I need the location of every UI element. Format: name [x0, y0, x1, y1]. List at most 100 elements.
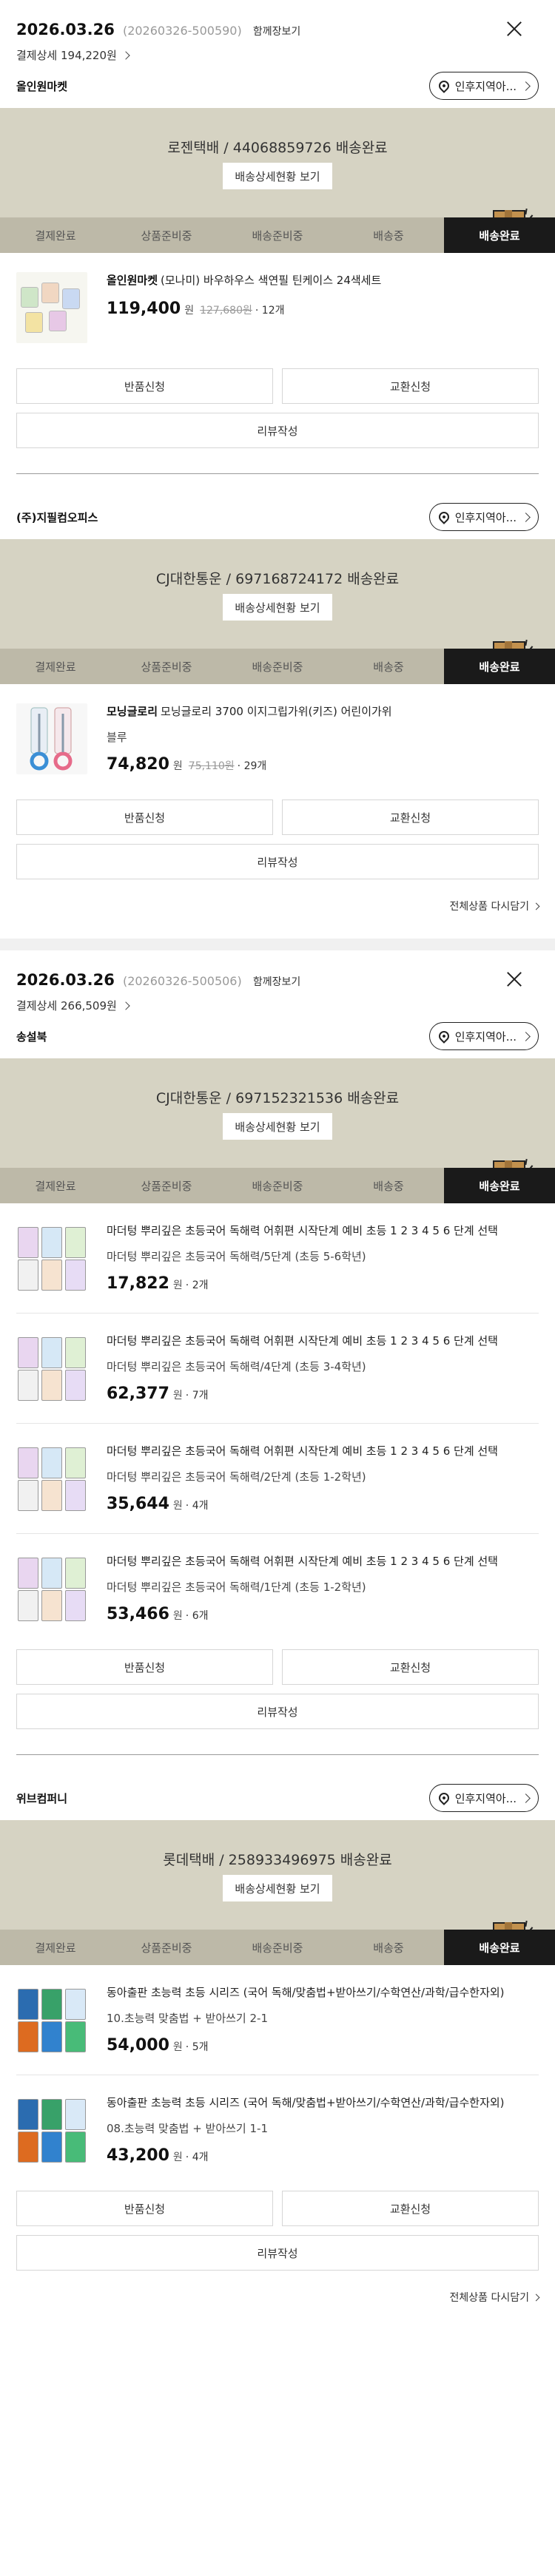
location-button[interactable]: 인후지역아...: [428, 72, 539, 100]
product-thumbnail[interactable]: [16, 1984, 87, 2055]
delivery-detail-button[interactable]: 배송상세현황 보기: [223, 1113, 332, 1140]
order-date: 2026.03.26: [16, 971, 115, 989]
product-name[interactable]: 올인원마켓 (모나미) 바우하우스 색연필 틴케이스 24색세트: [107, 272, 539, 289]
chevron-right-icon: [121, 50, 130, 60]
step-paid: 결제완료: [35, 1941, 76, 1955]
delivery-status-banner: CJ대한통운 / 697152321536 배송완료 배송상세현황 보기 결제완…: [0, 1058, 555, 1203]
reorder-all-link[interactable]: 전체상품 다시담기: [16, 899, 540, 939]
review-button[interactable]: 리뷰작성: [16, 2235, 539, 2271]
order-item[interactable]: 동아출판 초능력 초등 시리즈 (국어 독해/맞춤법+받아쓰기/수학연산/과학/…: [16, 1965, 539, 2075]
step-delivered: 배송완료: [444, 217, 555, 253]
location-button[interactable]: 인후지역아...: [428, 1784, 539, 1812]
order-item[interactable]: 마더텅 뿌리깊은 초등국어 독해력 어휘편 시작단계 예비 초등 1 2 3 4…: [16, 1314, 539, 1424]
review-button[interactable]: 리뷰작성: [16, 413, 539, 448]
order-item[interactable]: 마더텅 뿌리깊은 초등국어 독해력 어휘편 시작단계 예비 초등 1 2 3 4…: [16, 1424, 539, 1534]
product-price: 17,822 원 · 2개: [107, 1274, 209, 1293]
step-preparing-product: 상품준비중: [141, 1941, 192, 1955]
product-thumbnail[interactable]: [16, 1443, 87, 1514]
order-header: 2026.03.26 (20260326-500506) 함께장보기 결제상세 …: [16, 950, 539, 1014]
delivery-status-banner: CJ대한통운 / 697168724172 배송완료 배송상세현황 보기 결제완…: [0, 539, 555, 684]
review-button[interactable]: 리뷰작성: [16, 1694, 539, 1729]
order-item[interactable]: 마더텅 뿌리깊은 초등국어 독해력 어휘편 시작단계 예비 초등 1 2 3 4…: [16, 1203, 539, 1314]
seller-name: (주)지필컴오피스: [16, 510, 98, 524]
tracking-info: CJ대한통운 / 697152321536 배송완료: [155, 1090, 400, 1106]
step-in-transit: 배송중: [373, 1179, 404, 1193]
delivery-status-banner: 로젠택배 / 44068859726 배송완료 배송상세현황 보기 결제완료 상…: [0, 108, 555, 253]
order-header: 2026.03.26 (20260326-500590) 함께장보기 결제상세 …: [16, 0, 539, 64]
product-thumbnail[interactable]: [16, 2095, 87, 2166]
exchange-button[interactable]: 교환신청: [282, 799, 539, 835]
quantity: · 6개: [185, 1609, 209, 1622]
order-item[interactable]: 올인원마켓 (모나미) 바우하우스 색연필 틴케이스 24색세트 119,400 원…: [16, 253, 539, 362]
seller-header: 송설북 인후지역아...: [16, 1014, 539, 1058]
product-price: 74,820 원 75,110원 · 29개: [107, 754, 267, 774]
return-button[interactable]: 반품신청: [16, 368, 273, 404]
return-button[interactable]: 반품신청: [16, 1649, 273, 1685]
product-price: 62,377 원 · 7개: [107, 1384, 209, 1403]
tracking-info: CJ대한통운 / 697168724172 배송완료: [155, 571, 400, 587]
payment-detail-label: 결제상세: [16, 999, 58, 1013]
return-button[interactable]: 반품신청: [16, 2191, 273, 2226]
close-icon[interactable]: [506, 21, 522, 37]
seller-header: 올인원마켓 인후지역아...: [16, 64, 539, 108]
reorder-all-link[interactable]: 전체상품 다시담기: [16, 2290, 540, 2330]
product-name[interactable]: 동아출판 초능력 초등 시리즈 (국어 독해/맞춤법+받아쓰기/수학연산/과학/…: [107, 1984, 539, 2001]
step-preparing-product: 상품준비중: [141, 660, 192, 674]
product-name[interactable]: 모닝글로리 모닝글로리 3700 이지그립가위(키즈) 어린이가위: [107, 703, 539, 720]
product-name[interactable]: 마더텅 뿌리깊은 초등국어 독해력 어휘편 시작단계 예비 초등 1 2 3 4…: [107, 1443, 539, 1460]
step-preparing-shipment: 배송준비중: [252, 660, 303, 674]
product-thumbnail[interactable]: [16, 1553, 87, 1624]
product-thumbnail[interactable]: [16, 703, 87, 774]
product-thumbnail[interactable]: [16, 1223, 87, 1294]
exchange-button[interactable]: 교환신청: [282, 2191, 539, 2226]
exchange-button[interactable]: 교환신청: [282, 368, 539, 404]
product-name[interactable]: 동아출판 초능력 초등 시리즈 (국어 독해/맞춤법+받아쓰기/수학연산/과학/…: [107, 2095, 539, 2112]
location-label: 인후지역아...: [454, 79, 517, 93]
product-option: 마더텅 뿌리깊은 초등국어 독해력/2단계 (초등 1-2학년): [107, 1470, 366, 1484]
location-pin-icon: [436, 510, 451, 524]
seller-name: 올인원마켓: [16, 79, 68, 93]
order-item[interactable]: 마더텅 뿌리깊은 초등국어 독해력 어휘편 시작단계 예비 초등 1 2 3 4…: [16, 1534, 539, 1643]
original-price: 127,680원: [200, 304, 252, 317]
product-brand: 올인원마켓: [107, 274, 158, 287]
return-button[interactable]: 반품신청: [16, 799, 273, 835]
product-thumbnail[interactable]: [16, 272, 87, 343]
location-button[interactable]: 인후지역아...: [428, 1022, 539, 1050]
step-in-transit: 배송중: [373, 229, 404, 243]
review-button[interactable]: 리뷰작성: [16, 844, 539, 879]
quantity: · 4개: [185, 2151, 209, 2163]
delivery-steps: 결제완료 상품준비중 배송준비중 배송중 배송완료: [0, 1930, 555, 1965]
step-preparing-shipment: 배송준비중: [252, 1179, 303, 1193]
delivery-steps: 결제완료 상품준비중 배송준비중 배송중 배송완료: [0, 1168, 555, 1203]
delivery-detail-button[interactable]: 배송상세현황 보기: [223, 594, 332, 621]
step-in-transit: 배송중: [373, 1941, 404, 1955]
order-item[interactable]: 모닝글로리 모닝글로리 3700 이지그립가위(키즈) 어린이가위 블루 74,8…: [16, 684, 539, 794]
quantity: · 2개: [185, 1279, 209, 1291]
delivery-status-banner: 롯데택배 / 258933496975 배송완료 배송상세현황 보기 결제완료 …: [0, 1820, 555, 1965]
original-price: 75,110원: [188, 760, 235, 772]
product-option: 10.초능력 맞춤법 + 받아쓰기 2-1: [107, 2011, 268, 2025]
section-gap: [0, 939, 555, 950]
payment-detail-link[interactable]: 결제상세 266,509원: [16, 998, 539, 1013]
location-label: 인후지역아...: [454, 510, 517, 524]
delivery-detail-button[interactable]: 배송상세현황 보기: [223, 1875, 332, 1901]
product-option: 마더텅 뿌리깊은 초등국어 독해력/1단계 (초등 1-2학년): [107, 1580, 366, 1594]
product-name[interactable]: 마더텅 뿌리깊은 초등국어 독해력 어휘편 시작단계 예비 초등 1 2 3 4…: [107, 1333, 539, 1350]
location-button[interactable]: 인후지역아...: [428, 503, 539, 531]
close-icon[interactable]: [506, 971, 522, 987]
delivery-steps: 결제완료 상품준비중 배송준비중 배송중 배송완료: [0, 649, 555, 684]
product-option: 마더텅 뿌리깊은 초등국어 독해력/5단계 (초등 5-6학년): [107, 1249, 366, 1263]
location-label: 인후지역아...: [454, 1791, 517, 1805]
order-card: 2026.03.26 (20260326-500506) 함께장보기 결제상세 …: [0, 950, 555, 2330]
payment-amount: 194,220원: [60, 49, 117, 62]
step-preparing-product: 상품준비중: [141, 1179, 192, 1193]
product-name[interactable]: 마더텅 뿌리깊은 초등국어 독해력 어휘편 시작단계 예비 초등 1 2 3 4…: [107, 1223, 539, 1240]
order-item[interactable]: 동아출판 초능력 초등 시리즈 (국어 독해/맞춤법+받아쓰기/수학연산/과학/…: [16, 2075, 539, 2185]
product-thumbnail[interactable]: [16, 1333, 87, 1404]
chevron-right-icon: [521, 81, 531, 91]
delivery-detail-button[interactable]: 배송상세현황 보기: [223, 163, 332, 189]
product-name[interactable]: 마더텅 뿌리깊은 초등국어 독해력 어휘편 시작단계 예비 초등 1 2 3 4…: [107, 1553, 539, 1570]
step-paid: 결제완료: [35, 229, 76, 243]
exchange-button[interactable]: 교환신청: [282, 1649, 539, 1685]
payment-detail-link[interactable]: 결제상세 194,220원: [16, 47, 539, 63]
